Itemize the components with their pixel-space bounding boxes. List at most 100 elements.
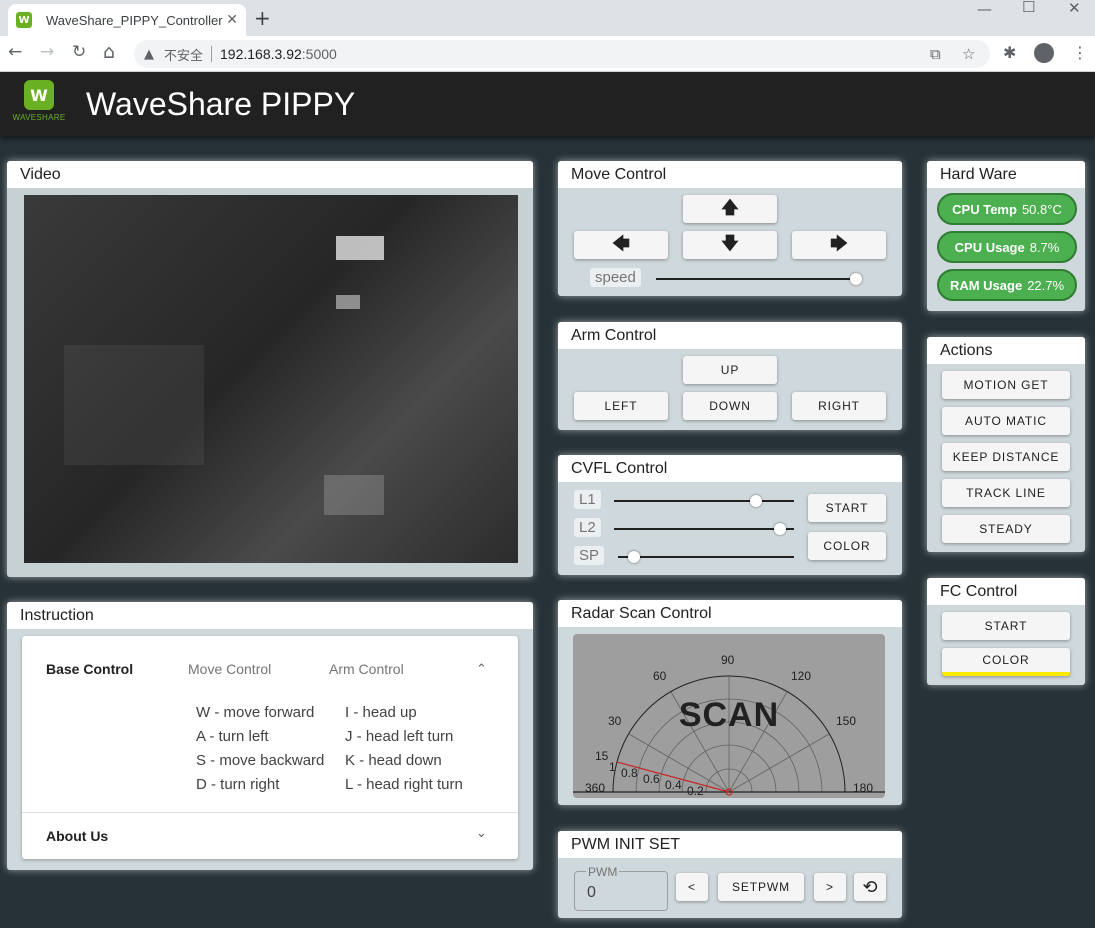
angle-label-180: 180 bbox=[853, 781, 874, 795]
favicon-icon: W bbox=[16, 12, 32, 28]
arm-left-button[interactable]: LEFT bbox=[574, 392, 668, 420]
browser-toolbar: ← → ↻ ⌂ ▲ 不安全 192.168.3.92 :5000 ⧉ ☆ ✱ ⋮ bbox=[0, 36, 1095, 72]
radius-label-08: 0.8 bbox=[621, 766, 638, 780]
move-line-w: W - move forward bbox=[196, 704, 315, 721]
translate-icon[interactable]: ⧉ bbox=[930, 45, 941, 63]
radar-display[interactable]: 90 60 120 30 150 15 360 180 1 0.8 0.6 0.… bbox=[573, 634, 885, 798]
maximize-icon[interactable]: ☐ bbox=[1022, 0, 1035, 16]
video-card: Video bbox=[7, 161, 533, 577]
move-left-button[interactable]: 🡄 bbox=[574, 231, 668, 259]
about-us-header[interactable]: About Us bbox=[46, 828, 108, 844]
tab-close-icon[interactable]: ✕ bbox=[226, 12, 238, 28]
arm-control-card: Arm Control UP LEFT DOWN RIGHT bbox=[558, 322, 902, 430]
window-close-icon[interactable]: ✕ bbox=[1068, 0, 1081, 17]
l2-label: L2 bbox=[574, 518, 601, 537]
expand-chevron-icon[interactable]: ⌄ bbox=[476, 826, 487, 841]
move-line-s: S - move backward bbox=[196, 752, 325, 769]
angle-label-15: 15 bbox=[595, 749, 609, 763]
extensions-icon[interactable]: ✱ bbox=[1003, 43, 1016, 62]
radar-scan-title: Radar Scan Control bbox=[558, 600, 902, 627]
l2-slider-thumb[interactable] bbox=[773, 523, 786, 535]
bookmark-star-icon[interactable]: ☆ bbox=[962, 45, 975, 63]
panel-divider bbox=[22, 812, 518, 813]
move-line-d: D - turn right bbox=[196, 776, 280, 793]
app-title: WaveShare PIPPY bbox=[86, 86, 356, 122]
setpwm-button[interactable]: SETPWM bbox=[718, 873, 804, 901]
move-up-button[interactable]: 🡅 bbox=[683, 195, 777, 223]
cvfl-start-button[interactable]: START bbox=[808, 494, 886, 522]
motion-get-button[interactable]: MOTION GET bbox=[942, 371, 1070, 399]
pwm-next-button[interactable]: > bbox=[814, 873, 846, 901]
angle-label-60: 60 bbox=[653, 669, 667, 683]
steady-button[interactable]: STEADY bbox=[942, 515, 1070, 543]
cvfl-control-card: CVFL Control L1 L2 SP START COLOR bbox=[558, 455, 902, 575]
arm-down-button[interactable]: DOWN bbox=[683, 392, 777, 420]
arm-right-button[interactable]: RIGHT bbox=[792, 392, 886, 420]
arm-line-i: I - head up bbox=[345, 704, 417, 721]
logo-mark-icon: W bbox=[24, 80, 54, 110]
sp-slider-thumb[interactable] bbox=[627, 551, 640, 563]
address-divider bbox=[211, 46, 213, 62]
pwm-reset-button[interactable]: ⟲ bbox=[854, 873, 886, 901]
tab-base-control[interactable]: Base Control bbox=[46, 661, 133, 677]
speed-slider-thumb[interactable] bbox=[850, 273, 862, 285]
instruction-panel: Base Control Move Control Arm Control ⌃ … bbox=[22, 636, 518, 859]
collapse-chevron-icon[interactable]: ⌃ bbox=[476, 662, 487, 677]
ram-usage-value: 22.7% bbox=[1027, 277, 1065, 293]
fc-start-button[interactable]: START bbox=[942, 612, 1070, 640]
cpu-usage-badge: CPU Usage 8.7% bbox=[937, 231, 1077, 263]
instruction-card: Instruction Base Control Move Control Ar… bbox=[7, 602, 533, 870]
minimize-icon[interactable]: — bbox=[977, 0, 992, 18]
reload-icon[interactable]: ↻ bbox=[72, 42, 86, 62]
address-bar[interactable]: ▲ 不安全 192.168.3.92 :5000 ⧉ ☆ bbox=[134, 40, 990, 68]
speed-label: speed bbox=[590, 268, 641, 287]
angle-label-120: 120 bbox=[791, 669, 812, 683]
forward-icon[interactable]: → bbox=[40, 42, 54, 62]
radius-label-02: 0.2 bbox=[687, 784, 704, 798]
tab-move-control[interactable]: Move Control bbox=[188, 661, 271, 677]
arm-control-title: Arm Control bbox=[558, 322, 902, 349]
sp-slider-track[interactable] bbox=[618, 556, 794, 558]
logo-text: WAVESHARE bbox=[12, 113, 66, 122]
auto-matic-button[interactable]: AUTO MATIC bbox=[942, 407, 1070, 435]
radar-scan-card: Radar Scan Control 90 60 120 30 150 15 3… bbox=[558, 600, 902, 805]
video-card-title: Video bbox=[7, 161, 533, 188]
speed-slider-track[interactable] bbox=[656, 278, 856, 280]
cpu-usage-label: CPU Usage bbox=[954, 239, 1025, 255]
cvfl-color-button[interactable]: COLOR bbox=[808, 532, 886, 560]
browser-tab-strip: W WaveShare_PIPPY_Controller ✕ + — ☐ ✕ bbox=[0, 0, 1095, 36]
tab-arm-control[interactable]: Arm Control bbox=[329, 661, 404, 677]
pwm-init-card: PWM INIT SET PWM 0 < SETPWM > ⟲ bbox=[558, 831, 902, 918]
browser-menu-icon[interactable]: ⋮ bbox=[1072, 43, 1088, 62]
move-right-button[interactable]: 🡆 bbox=[792, 231, 886, 259]
arm-up-button[interactable]: UP bbox=[683, 356, 777, 384]
track-line-button[interactable]: TRACK LINE bbox=[942, 479, 1070, 507]
radar-scan-overlay[interactable]: SCAN bbox=[573, 696, 885, 735]
pwm-field-value[interactable]: 0 bbox=[587, 884, 596, 902]
cpu-temp-badge: CPU Temp 50.8°C bbox=[937, 193, 1077, 225]
sp-label: SP bbox=[574, 546, 605, 565]
back-icon[interactable]: ← bbox=[8, 42, 22, 62]
l1-slider-thumb[interactable] bbox=[750, 495, 763, 507]
waveshare-logo: W WAVESHARE bbox=[12, 80, 66, 128]
url-port: :5000 bbox=[301, 46, 337, 62]
pwm-field-label: PWM bbox=[586, 865, 620, 879]
l1-slider-track[interactable] bbox=[614, 500, 794, 502]
profile-avatar-icon[interactable] bbox=[1034, 43, 1054, 63]
instruction-card-title: Instruction bbox=[7, 602, 533, 629]
move-down-button[interactable]: 🡇 bbox=[683, 231, 777, 259]
browser-tab[interactable]: W WaveShare_PIPPY_Controller ✕ bbox=[8, 4, 246, 36]
cpu-usage-value: 8.7% bbox=[1029, 239, 1060, 255]
fc-color-button[interactable]: COLOR bbox=[942, 648, 1070, 676]
home-icon[interactable]: ⌂ bbox=[103, 41, 115, 63]
hardware-title: Hard Ware bbox=[927, 161, 1085, 188]
pwm-prev-button[interactable]: < bbox=[676, 873, 708, 901]
app-header: W WAVESHARE WaveShare PIPPY bbox=[0, 72, 1095, 136]
keep-distance-button[interactable]: KEEP DISTANCE bbox=[942, 443, 1070, 471]
warning-icon[interactable]: ▲ bbox=[144, 47, 154, 62]
new-tab-icon[interactable]: + bbox=[254, 6, 271, 30]
security-label: 不安全 bbox=[164, 48, 204, 64]
pwm-input-field[interactable]: PWM 0 bbox=[574, 865, 668, 911]
actions-title: Actions bbox=[927, 337, 1085, 364]
l2-slider-track[interactable] bbox=[614, 528, 794, 530]
